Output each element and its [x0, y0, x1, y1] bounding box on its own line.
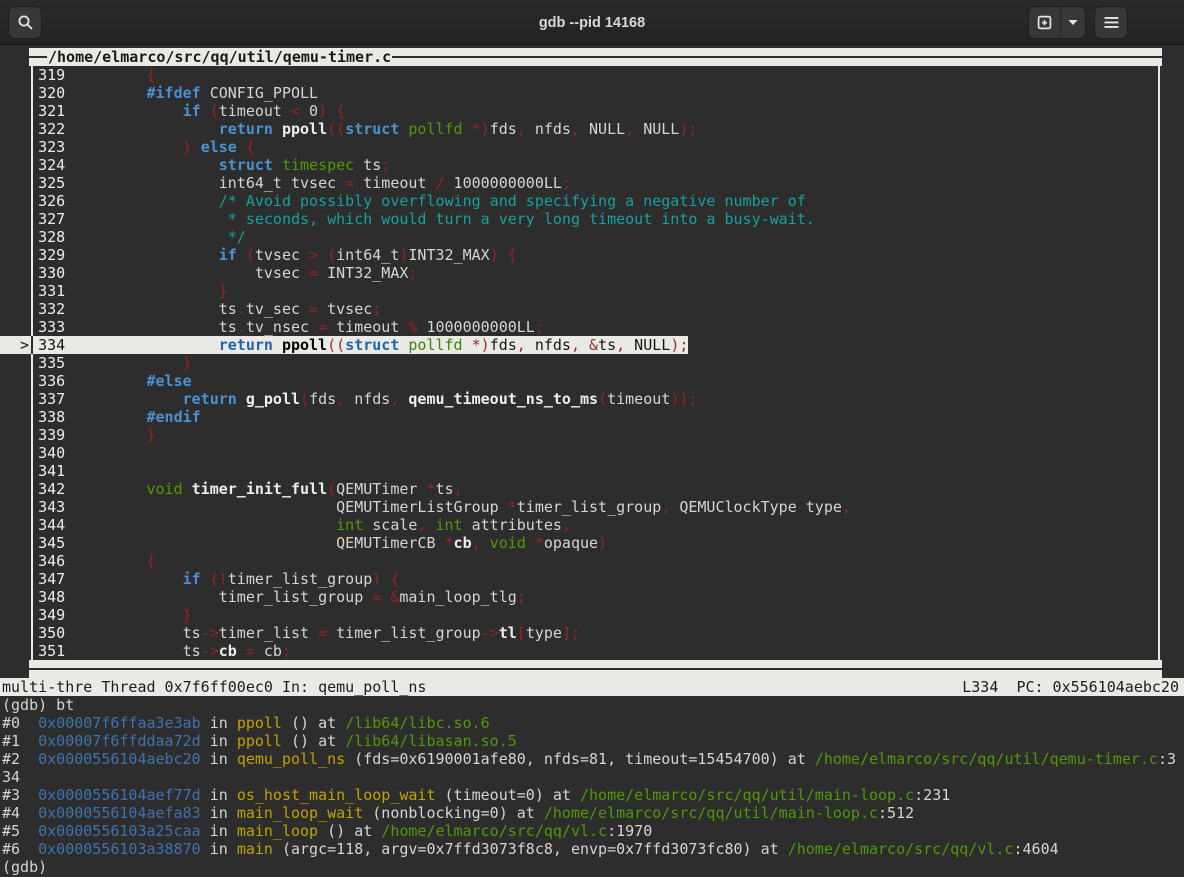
source-line: 337 return g_poll(fds, nfds, qemu_timeou…: [0, 390, 1184, 408]
source-line: 339 }: [0, 426, 1184, 444]
source-line: 324 struct timespec ts;: [0, 156, 1184, 174]
search-button[interactable]: [8, 6, 42, 39]
source-line: 340: [0, 444, 1184, 462]
new-terminal-split-button: [1028, 6, 1086, 39]
chevron-down-icon: [1068, 19, 1078, 26]
source-line: 322 return ppoll((struct pollfd *)fds, n…: [0, 120, 1184, 138]
source-line: 348 timer_list_group = &main_loop_tlg;: [0, 588, 1184, 606]
source-lines: 319 { 320 #ifdef CONFIG_PPOLL 321 if (ti…: [0, 66, 1184, 660]
source-line: 341: [0, 462, 1184, 480]
source-line: 329 if (tvsec > (int64_t)INT32_MAX) {: [0, 246, 1184, 264]
new-tab-icon: [1036, 14, 1053, 31]
border-line: [29, 668, 1162, 670]
gdb-prompt-line[interactable]: (gdb): [0, 858, 1184, 876]
console-line: (gdb) bt: [0, 696, 1184, 714]
console-line: #2 0x0000556104aebc20 in qemu_poll_ns (f…: [0, 750, 1184, 768]
source-window-top-border: /home/elmarco/src/qq/util/qemu-timer.c: [29, 48, 1162, 66]
gdb-console: (gdb) bt#0 0x00007f6ffaa3e3ab in ppoll (…: [0, 696, 1184, 876]
console-line: #6 0x0000556103a38870 in main (argc=118,…: [0, 840, 1184, 858]
source-line: 325 int64_t tvsec = timeout / 1000000000…: [0, 174, 1184, 192]
console-line: #4 0x0000556104aefa83 in main_loop_wait …: [0, 804, 1184, 822]
source-line: 333 ts.tv_nsec = timeout % 1000000000LL;: [0, 318, 1184, 336]
source-line: 336 #else: [0, 372, 1184, 390]
status-gap: [998, 678, 1016, 696]
gdb-status-bar: multi-thre Thread 0x7f6ff00ec0 In: qemu_…: [0, 678, 1184, 696]
source-line: 330 tvsec = INT32_MAX;: [0, 264, 1184, 282]
status-line-number: L334: [962, 678, 998, 696]
search-icon: [17, 14, 34, 31]
source-line: 335 }: [0, 354, 1184, 372]
console-line: #1 0x00007f6ffddaa72d in ppoll () at /li…: [0, 732, 1184, 750]
source-window-bottom-border: [29, 660, 1162, 678]
status-pc: PC: 0x556104aebc20: [1016, 678, 1179, 696]
status-thread-info: multi-thre Thread 0x7f6ff00ec0 In: qemu_…: [2, 678, 426, 696]
source-line: 326 /* Avoid possibly overflowing and sp…: [0, 192, 1184, 210]
border-line: [392, 56, 1162, 58]
new-tab-button[interactable]: [1029, 7, 1061, 38]
status-line-pc: L334 PC: 0x556104aebc20: [962, 678, 1179, 696]
source-line-current: > 334 return ppoll((struct pollfd *)fds,…: [0, 336, 1184, 354]
menu-button[interactable]: [1094, 6, 1128, 39]
source-line: 350 ts->timer_list = timer_list_group->t…: [0, 624, 1184, 642]
source-line: 351 ts->cb = cb;: [0, 642, 1184, 660]
source-line: 331 }: [0, 282, 1184, 300]
source-line: 345 QEMUTimerCB *cb, void *opaque): [0, 534, 1184, 552]
console-line: #3 0x0000556104aef77d in os_host_main_lo…: [0, 786, 1184, 804]
source-line: 321 if (timeout < 0) {: [0, 102, 1184, 120]
new-terminal-dropdown-button[interactable]: [1061, 7, 1085, 38]
terminal: /home/elmarco/src/qq/util/qemu-timer.c 3…: [0, 45, 1184, 877]
source-line: 346 {: [0, 552, 1184, 570]
border-line: [29, 56, 47, 58]
source-line: 332 ts.tv_sec = tvsec;: [0, 300, 1184, 318]
source-line: 349 }: [0, 606, 1184, 624]
hamburger-menu-icon: [1104, 16, 1119, 29]
source-line: 347 if (!timer_list_group) {: [0, 570, 1184, 588]
console-line: #0 0x00007f6ffaa3e3ab in ppoll () at /li…: [0, 714, 1184, 732]
headerbar: gdb --pid 14168: [0, 0, 1184, 45]
source-line: 327 * seconds, which would turn a very l…: [0, 210, 1184, 228]
source-line: 328 */: [0, 228, 1184, 246]
window-title: gdb --pid 14168: [0, 0, 1184, 45]
console-line: 34: [0, 768, 1184, 786]
console-line: #5 0x0000556103a25caa in main_loop () at…: [0, 822, 1184, 840]
source-line: 342 void timer_init_full(QEMUTimer *ts,: [0, 480, 1184, 498]
source-line: 323 } else {: [0, 138, 1184, 156]
source-line: 320 #ifdef CONFIG_PPOLL: [0, 84, 1184, 102]
source-line: 344 int scale, int attributes,: [0, 516, 1184, 534]
source-line: 319 {: [0, 66, 1184, 84]
source-line: 338 #endif: [0, 408, 1184, 426]
source-file-title: /home/elmarco/src/qq/util/qemu-timer.c: [47, 48, 392, 66]
source-line: 343 QEMUTimerListGroup *timer_list_group…: [0, 498, 1184, 516]
